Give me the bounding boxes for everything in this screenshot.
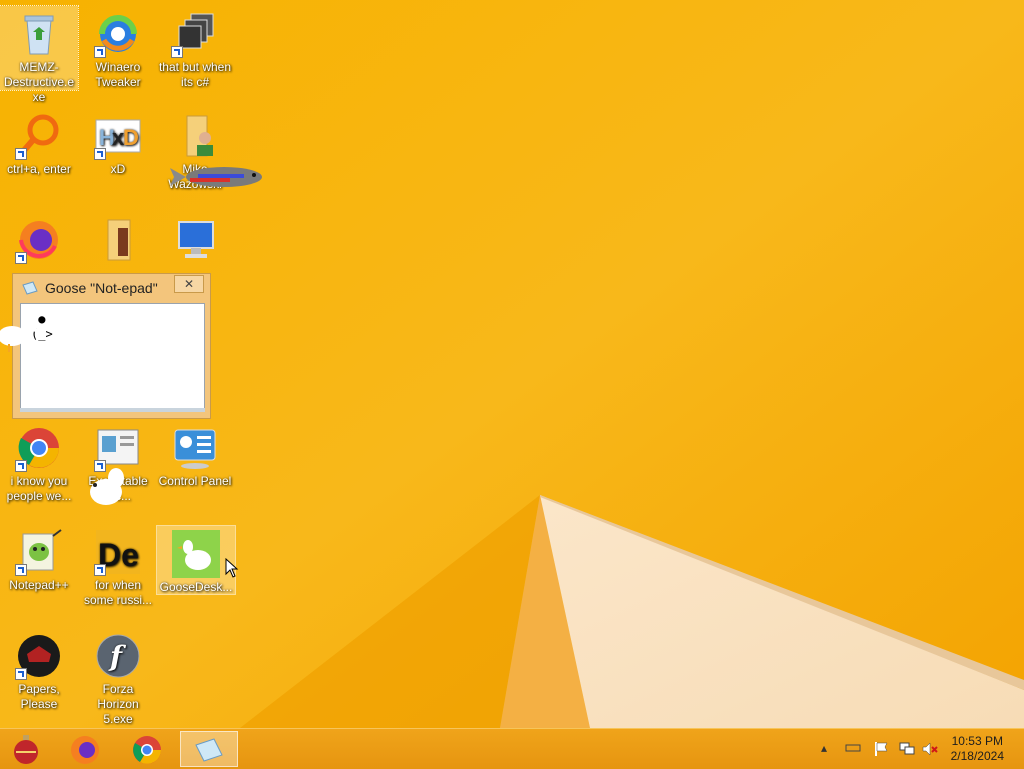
notepad-plus-plus-icon <box>15 528 63 576</box>
desktop-icon-ctrl-a[interactable]: ctrl+a, enter <box>0 108 78 177</box>
show-hidden-icons-button[interactable]: ▴ <box>821 741 827 755</box>
shortcut-arrow-icon <box>94 564 106 576</box>
shortcut-arrow-icon <box>15 148 27 160</box>
desktop-icon-label: Papers, Please <box>18 682 60 711</box>
clock-time: 10:53 PM <box>951 734 1003 748</box>
notepad-icon <box>195 738 223 762</box>
firefox-icon <box>71 736 99 764</box>
desktop-icon-this-pc[interactable] <box>156 212 234 266</box>
chrome-icon <box>15 424 63 472</box>
shortcut-arrow-icon <box>94 46 106 58</box>
desktop-icon-winaero[interactable]: Winaero Tweaker <box>79 6 157 90</box>
desktop-icon-chrome[interactable]: i know you people we... <box>0 420 78 504</box>
stacked-windows-icon <box>171 10 219 58</box>
recycle-bin-icon <box>15 10 63 58</box>
desktop-icon-goose-desktop[interactable]: GooseDesk... <box>156 525 236 595</box>
desktop-icon-csharp[interactable]: that but when its c# <box>156 6 234 90</box>
folder-icon <box>94 216 142 264</box>
mouse-cursor-icon <box>225 558 239 578</box>
desktop-icon-label: Winaero Tweaker <box>95 60 141 89</box>
taskbar-clock[interactable]: 10:53 PM 2/18/2024 <box>951 734 1004 764</box>
taskbar-ornament-button[interactable] <box>0 731 54 767</box>
desktop-icon-label: i know you people we... <box>6 474 72 503</box>
ornament-icon <box>14 735 38 764</box>
desktop-icon-control-panel[interactable]: Control Panel <box>156 420 234 489</box>
goose-sprite-icon <box>90 468 124 505</box>
goose-desktop-icon <box>172 530 220 578</box>
notepad-icon <box>22 281 38 295</box>
desktop-icon-label: for when some russi... <box>83 578 152 607</box>
control-panel-icon <box>171 424 219 472</box>
window-status-bar <box>20 408 205 412</box>
shortcut-arrow-icon <box>15 668 27 680</box>
desktop-icon-label: Forza Horizon 5.exe <box>97 682 139 726</box>
clock-date: 2/18/2024 <box>950 749 1004 763</box>
firefox-icon <box>15 216 63 264</box>
desktop-icon-firefox[interactable] <box>0 212 78 266</box>
svg-text:D: D <box>123 125 139 150</box>
system-tray: ▴ <box>815 729 940 769</box>
desktop-icon-label: Notepad++ <box>9 578 69 592</box>
window-app-icon <box>94 424 142 472</box>
shortcut-arrow-icon <box>15 564 27 576</box>
close-button[interactable]: ✕ <box>174 275 204 293</box>
desktop-icon-label: xD <box>110 162 126 176</box>
desktop-icon-programs[interactable] <box>79 212 157 266</box>
desktop-icon-label: Control Panel <box>158 474 232 488</box>
desktop-icon-xd[interactable]: HxD xD <box>79 108 157 177</box>
taskbar-notepad-button[interactable] <box>180 731 238 767</box>
desktop-icon-label: MEMZ-Destructive.exe <box>3 60 75 104</box>
hxd-icon: HxD <box>94 112 142 160</box>
papers-please-icon <box>15 632 63 680</box>
desktop-icon-papers-please[interactable]: Papers, Please <box>0 628 78 712</box>
taskbar-chrome-button[interactable] <box>120 731 174 767</box>
flash-icon: f <box>94 632 142 680</box>
de-icon: De <box>94 528 142 576</box>
desktop-icon-notepad-plus-plus[interactable]: Notepad++ <box>0 524 78 593</box>
notepad-text-area[interactable]: ● (_> <box>20 303 205 410</box>
desktop-icon-de[interactable]: De for when some russi... <box>79 524 157 608</box>
chrome-icon <box>133 736 161 764</box>
magnifier-icon <box>15 112 63 160</box>
shortcut-arrow-icon <box>94 148 106 160</box>
desktop-icon-forza[interactable]: f Forza Horizon 5.exe <box>79 628 157 727</box>
shortcut-arrow-icon <box>15 252 27 264</box>
notepad-window[interactable]: Goose "Not-epad" ✕ ● (_> <box>12 273 211 419</box>
desktop-icon-label: GooseDesk... <box>159 580 233 594</box>
desktop-icon-label: ctrl+a, enter <box>7 162 71 176</box>
shortcut-arrow-icon <box>171 46 183 58</box>
goose-sprite-icon <box>0 324 36 352</box>
keyboard-icon[interactable] <box>845 743 861 753</box>
action-center-flag-icon[interactable] <box>873 741 889 757</box>
shortcut-arrow-icon <box>15 460 27 472</box>
fish-sprite-icon <box>170 167 262 187</box>
computer-icon <box>171 216 219 264</box>
window-title: Goose "Not-epad" <box>45 280 158 296</box>
desktop-icon-label: that but when its c# <box>158 60 232 89</box>
taskbar-firefox-button[interactable] <box>58 731 112 767</box>
taskbar: ▴ 10:53 PM 2/18/2024 <box>0 728 1024 769</box>
network-icon[interactable] <box>899 741 915 757</box>
volume-muted-icon[interactable] <box>921 741 939 757</box>
winaero-icon <box>94 10 142 58</box>
folder-user-icon <box>171 112 219 160</box>
desktop-icon-memz[interactable]: MEMZ-Destructive.exe <box>0 5 79 104</box>
